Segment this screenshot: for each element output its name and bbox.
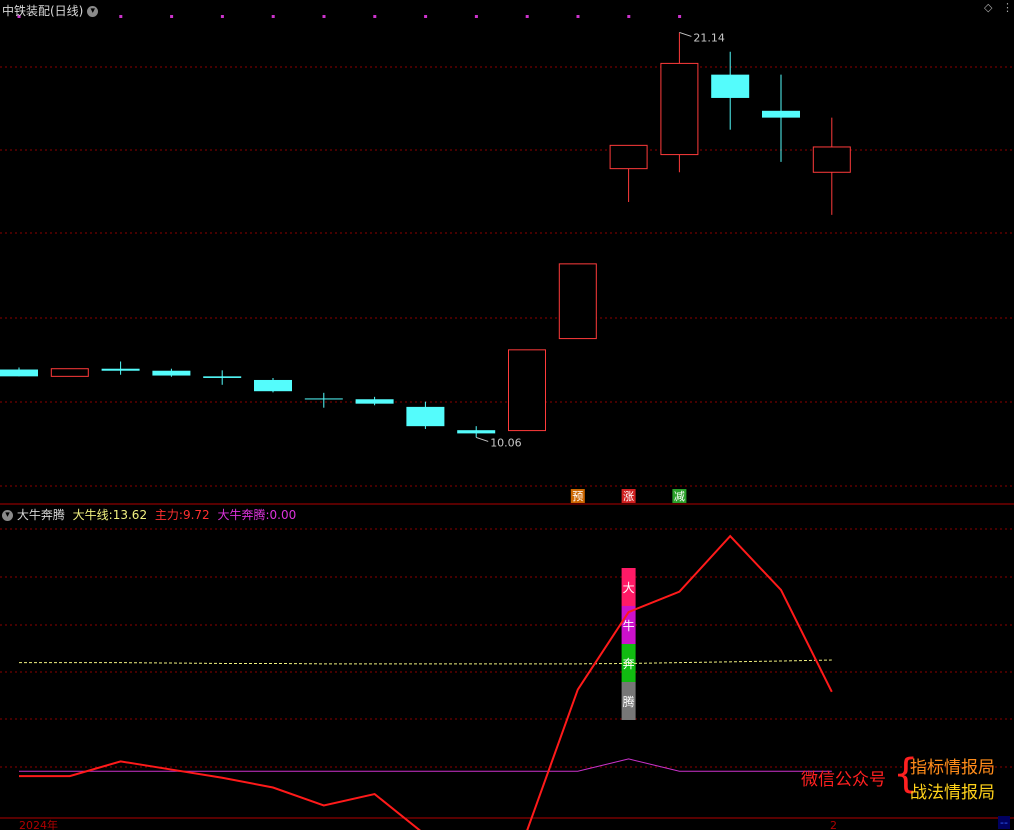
zhuli-label: 主力:: [154, 508, 183, 522]
candle-body: [152, 370, 191, 376]
annotation-label: 21.14: [693, 31, 725, 44]
diamond-icon[interactable]: ◇: [984, 1, 992, 14]
top-marker: [474, 15, 478, 18]
candle: [101, 361, 140, 375]
price-annotation: 21.14: [679, 31, 725, 44]
candle: [203, 370, 242, 385]
candle-body: [50, 368, 89, 377]
candle: [711, 51, 750, 130]
corner-indicator[interactable]: --: [998, 816, 1010, 829]
chevron-down-icon[interactable]: ▾: [87, 6, 99, 17]
bente-value: 0.00: [269, 508, 297, 522]
candle: [558, 263, 597, 340]
candle-body: [406, 406, 445, 427]
candle: [660, 32, 699, 173]
signal-badge: 减: [672, 489, 687, 503]
chart-title-bar: 中铁装配(日线) ▾: [2, 2, 99, 19]
candle-body: [508, 349, 546, 432]
candle: [304, 392, 343, 408]
candle-body: [558, 263, 597, 340]
annotation-label: 10.06: [490, 436, 522, 449]
annotation-pointer: [476, 436, 489, 442]
candle-body: [660, 62, 699, 156]
more-icon[interactable]: ⋮: [1002, 1, 1013, 14]
chevron-down-icon[interactable]: ▾: [2, 510, 13, 521]
candle: [152, 368, 191, 377]
top-marker: [373, 15, 377, 18]
x-axis-label-end: 2: [830, 819, 837, 830]
candle-body: [812, 146, 851, 173]
candle-body: [609, 144, 648, 170]
price-annotation: 10.06: [476, 436, 522, 449]
x-axis-label-start: 2024年: [19, 818, 58, 830]
bente-bar-label: 大: [623, 581, 635, 595]
watermark-line2: 战法情报局: [910, 783, 995, 803]
indicator-title-bar: ▾ 大牛奔腾 大牛线:13.62 主力:9.72 大牛奔腾:0.00: [2, 506, 296, 523]
candle-body: [0, 369, 38, 377]
candle-body: [762, 110, 800, 118]
zhuli-value: 9.72: [182, 508, 210, 522]
annotation-pointer: [679, 31, 692, 37]
indicator-name: 大牛奔腾: [16, 508, 65, 522]
candle: [355, 396, 394, 406]
candle-body: [304, 398, 343, 400]
bente-bar-segment: 奔: [621, 644, 636, 682]
watermark-left: 微信公众号: [801, 770, 886, 790]
top-marker: [170, 15, 174, 18]
signal-badge: 预: [570, 489, 585, 503]
top-marker: [525, 15, 529, 18]
candle-body: [254, 379, 292, 392]
signal-badge: 涨: [621, 489, 636, 503]
candle: [50, 368, 89, 377]
bente-bar-segment: 腾: [621, 682, 636, 720]
top-marker: [424, 15, 428, 18]
candle-body: [101, 368, 140, 371]
top-marker: [220, 15, 224, 18]
bente-label: 大牛奔腾:: [217, 508, 270, 522]
zhuli-line: [19, 534, 833, 830]
top-marker: [576, 15, 580, 18]
candle-body: [711, 74, 750, 98]
daniu-value: 13.62: [112, 508, 148, 522]
candle-body: [203, 376, 242, 378]
daniu-line: [19, 659, 832, 665]
candle: [762, 74, 800, 162]
watermark-line1: 指标情报局: [910, 758, 995, 778]
top-marker: [627, 15, 631, 18]
daniu-label: 大牛线:: [72, 508, 113, 522]
stock-title: 中铁装配(日线): [2, 4, 84, 18]
top-marker: [322, 15, 326, 18]
signal-badge-text: 减: [674, 490, 685, 503]
candle: [609, 144, 648, 202]
bente-bar-label: 腾: [623, 694, 635, 709]
top-marker: [119, 15, 123, 18]
candle: [406, 401, 445, 429]
candle: [254, 377, 292, 393]
candle-body: [457, 430, 496, 434]
candle: [508, 349, 546, 432]
top-marker: [678, 15, 682, 18]
signal-badge-text: 涨: [623, 490, 634, 503]
candle-body: [355, 399, 394, 404]
bente-bar-segment: 大: [621, 568, 636, 606]
chart-canvas[interactable]: 21.14 10.06 预 涨 减大牛奔腾 2024年 2: [0, 0, 1014, 830]
top-marker: [271, 15, 275, 18]
candle: [812, 117, 851, 215]
bente-bar-label: 奔: [623, 657, 635, 671]
signal-badge-text: 预: [572, 490, 583, 503]
candle: [0, 367, 38, 377]
